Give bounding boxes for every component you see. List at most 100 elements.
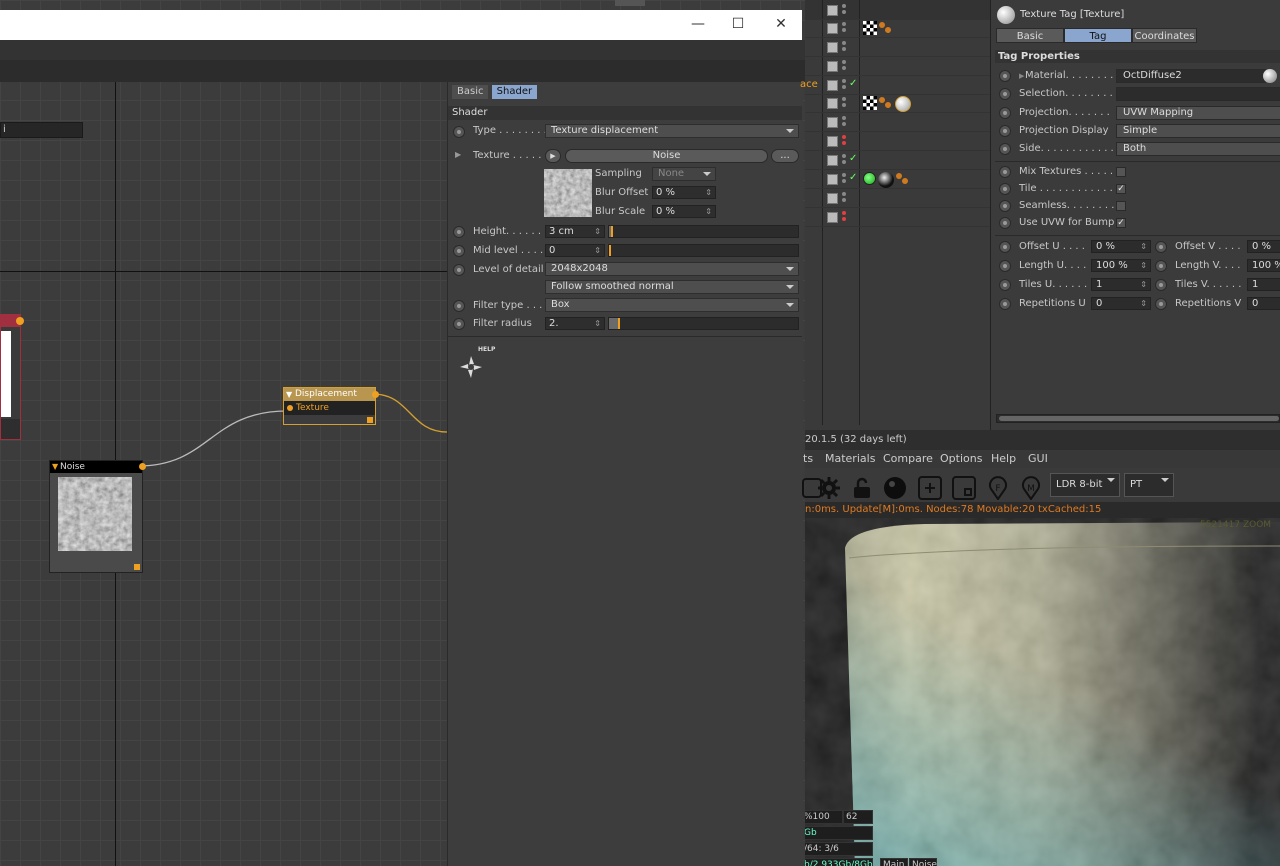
tab-shader[interactable]: Shader <box>491 85 538 99</box>
height-field[interactable]: 3 cm <box>545 225 605 238</box>
tiles-v-animate-icon[interactable] <box>1155 279 1167 291</box>
offset-u-field[interactable]: 0 % <box>1091 240 1151 253</box>
mid-level-slider[interactable] <box>608 244 799 257</box>
visibility-icon[interactable] <box>827 193 838 204</box>
object-row[interactable] <box>805 190 990 208</box>
object-row[interactable]: ✓ <box>805 171 990 189</box>
layer-dots-icon[interactable] <box>842 97 846 111</box>
filter-type-animate-icon[interactable] <box>453 300 465 312</box>
object-row[interactable] <box>805 114 990 132</box>
layer-dots-icon[interactable] <box>842 192 846 206</box>
seamless-checkbox[interactable] <box>1116 201 1126 211</box>
visibility-icon[interactable] <box>827 42 838 53</box>
visibility-icon[interactable] <box>827 212 838 223</box>
height-slider[interactable] <box>608 225 799 238</box>
mix-textures-animate-icon[interactable] <box>999 166 1011 178</box>
repetitions-u-field[interactable]: 0 <box>1091 297 1151 310</box>
mid-level-slider-knob[interactable] <box>609 245 611 256</box>
visibility-icon[interactable] <box>827 23 838 34</box>
tile-animate-icon[interactable] <box>999 183 1011 195</box>
side-dropdown[interactable]: Both <box>1116 142 1280 156</box>
layer-dots-icon[interactable] <box>842 79 846 93</box>
texture-tag-icon-selected[interactable] <box>895 96 911 112</box>
projection-display-dropdown[interactable]: Simple <box>1116 124 1280 138</box>
uvw-tag-icon[interactable] <box>863 21 877 35</box>
enabled-check-icon[interactable]: ✓ <box>849 78 857 89</box>
object-row[interactable] <box>805 58 990 76</box>
selection-field[interactable] <box>1116 87 1280 101</box>
object-row[interactable] <box>805 95 990 113</box>
expand-arrow-icon[interactable]: ▶ <box>455 150 461 159</box>
expand-arrow-icon[interactable]: ▶ <box>1019 67 1024 85</box>
projection-dropdown[interactable]: UVW Mapping <box>1116 106 1280 120</box>
material-sphere-icon[interactable] <box>878 172 894 188</box>
blur-scale-field[interactable]: 0 % <box>652 205 716 218</box>
tab-coordinates[interactable]: Coordinates <box>1132 28 1197 43</box>
object-row[interactable] <box>805 39 990 57</box>
render-image[interactable]: 5521417 ZOOM %100 62 Gb /64: 3/6 b/2.933… <box>805 518 1280 866</box>
layer-dots-icon[interactable] <box>842 22 846 36</box>
offset-v-field[interactable]: 0 % <box>1247 240 1280 253</box>
enabled-check-icon[interactable]: ✓ <box>849 172 857 183</box>
tab-main[interactable]: Main <box>880 858 908 866</box>
tab-basic[interactable]: Basic <box>996 28 1064 43</box>
projection-animate-icon[interactable] <box>999 107 1011 119</box>
layer-dots-icon[interactable] <box>842 173 846 187</box>
type-dropdown[interactable]: Texture displacement <box>545 124 799 138</box>
object-row[interactable] <box>805 20 990 38</box>
tab-tag[interactable]: Tag <box>1064 28 1132 43</box>
uvw-tag-icon[interactable] <box>863 96 877 110</box>
texture-more-button[interactable]: ... <box>771 149 799 163</box>
uvw-bump-checkbox[interactable]: ✓ <box>1116 218 1126 228</box>
material-node[interactable] <box>0 314 24 440</box>
type-animate-icon[interactable] <box>453 126 465 138</box>
object-row[interactable] <box>805 209 990 227</box>
material-tag-icon[interactable] <box>896 172 910 186</box>
octane-object-tag-icon[interactable] <box>863 172 876 185</box>
search-input[interactable]: i <box>0 122 83 138</box>
repetitions-v-animate-icon[interactable] <box>1155 298 1167 310</box>
scrollbar-thumb[interactable] <box>999 416 1279 421</box>
material-preview-icon[interactable] <box>1263 69 1277 83</box>
texture-shader-button[interactable]: Noise <box>565 149 768 163</box>
attribute-scrollbar[interactable] <box>996 414 1280 423</box>
offset-v-animate-icon[interactable] <box>1155 241 1167 253</box>
tab-noise[interactable]: Noise <box>909 858 937 866</box>
material-tag-icon[interactable] <box>879 96 893 110</box>
output-port[interactable] <box>139 463 146 470</box>
filter-type-dropdown[interactable]: Box <box>545 298 799 312</box>
lock-icon[interactable] <box>850 476 874 500</box>
sampling-dropdown[interactable]: None <box>652 167 716 181</box>
filter-radius-slider[interactable] <box>608 317 799 330</box>
mid-level-animate-icon[interactable] <box>453 245 465 257</box>
gear-icon[interactable] <box>817 476 841 500</box>
length-v-animate-icon[interactable] <box>1155 260 1167 272</box>
side-animate-icon[interactable] <box>999 143 1011 155</box>
mid-level-field[interactable]: 0 <box>545 244 605 257</box>
height-slider-knob[interactable] <box>611 226 613 237</box>
visibility-icon[interactable] <box>827 98 838 109</box>
layer-dots-icon[interactable] <box>842 41 846 55</box>
maximize-button[interactable]: ☐ <box>728 14 748 34</box>
visibility-icon[interactable] <box>827 5 838 16</box>
length-u-animate-icon[interactable] <box>999 260 1011 272</box>
sphere-icon[interactable] <box>883 476 907 500</box>
noise-node[interactable]: ▼ Noise <box>49 460 146 573</box>
output-port[interactable] <box>16 317 24 325</box>
visibility-icon[interactable] <box>827 61 838 72</box>
mix-textures-checkbox[interactable] <box>1116 167 1126 177</box>
blur-offset-field[interactable]: 0 % <box>652 186 716 199</box>
object-row[interactable] <box>805 2 990 20</box>
material-pin-icon[interactable]: M <box>1019 476 1043 500</box>
collapse-triangle-icon[interactable]: ▼ <box>286 388 292 401</box>
lod-animate-icon[interactable] <box>453 264 465 276</box>
menu-item-gui[interactable]: GUI <box>1028 450 1048 468</box>
tiles-u-field[interactable]: 1 <box>1091 278 1151 291</box>
menu-item-materials[interactable]: Materials <box>825 450 875 468</box>
material-animate-icon[interactable] <box>999 70 1011 82</box>
normal-mode-dropdown[interactable]: Follow smoothed normal <box>545 280 799 294</box>
height-animate-icon[interactable] <box>453 226 465 238</box>
visibility-icon[interactable] <box>827 136 838 147</box>
tiles-v-field[interactable]: 1 <box>1247 278 1280 291</box>
collapse-triangle-icon[interactable]: ▼ <box>52 461 58 473</box>
